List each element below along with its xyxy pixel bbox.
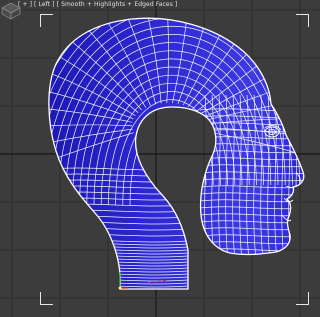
selection-bracket-top-right (296, 14, 309, 27)
viewport-left[interactable]: [ + ] [ Left ] [ Smooth + Highlights + E… (0, 0, 320, 317)
head-mesh[interactable] (0, 0, 320, 317)
selection-bracket-bottom-right (296, 292, 309, 305)
mesh-edge (199, 255, 304, 259)
viewport-label[interactable]: [ + ] [ Left ] [ Smooth + Highlights + E… (18, 0, 177, 10)
selection-bracket-bottom-left (40, 292, 53, 305)
selection-bracket-top-left (40, 14, 53, 27)
